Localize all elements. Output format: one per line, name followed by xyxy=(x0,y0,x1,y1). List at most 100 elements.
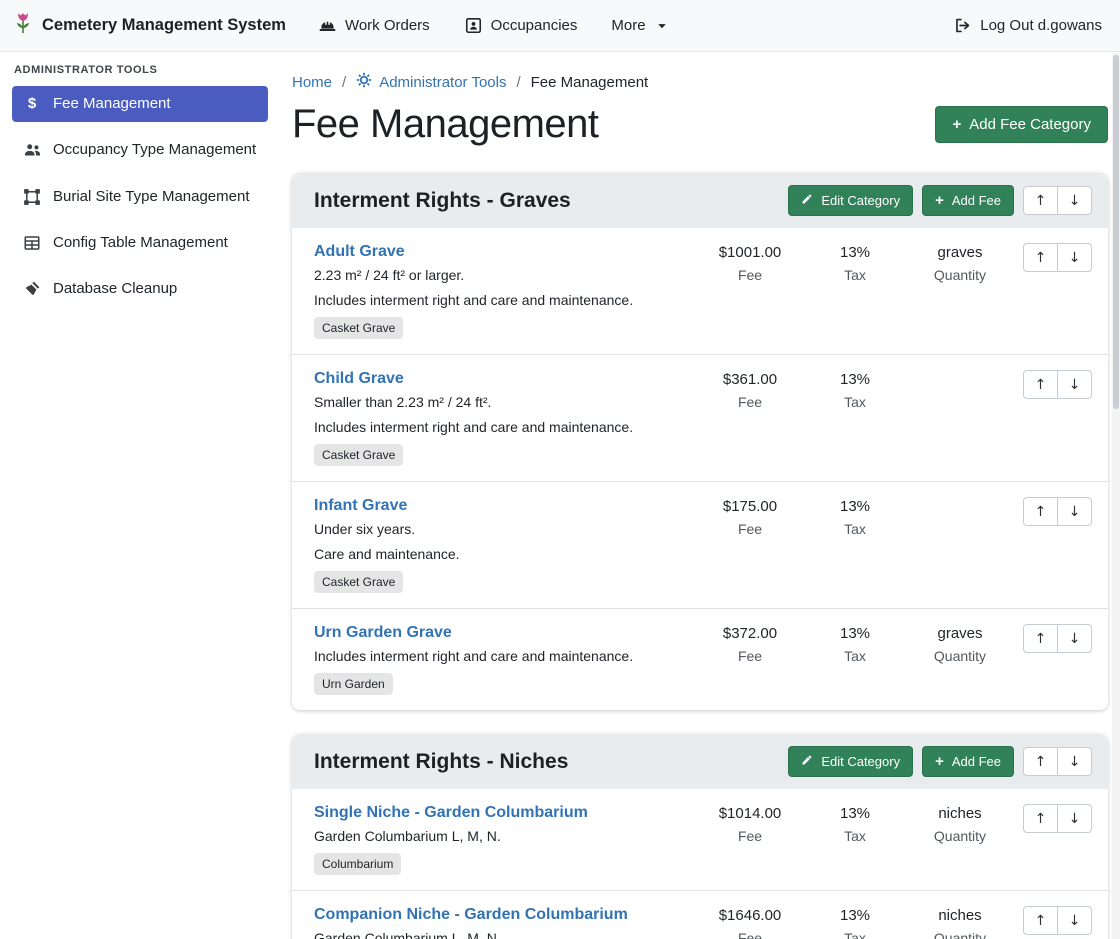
fee-amount: $361.00 xyxy=(695,371,805,388)
add-fee-category-button[interactable]: + Add Fee Category xyxy=(935,106,1108,143)
edit-category-button[interactable]: Edit Category xyxy=(788,185,913,216)
fee-amount-label: Fee xyxy=(695,648,805,664)
fee-tax-col: 13% Tax xyxy=(805,804,905,844)
fee-reorder-group: ↑ ↓ xyxy=(1023,906,1092,935)
fee-reorder-group: ↑ ↓ xyxy=(1023,370,1092,399)
move-category-up-button[interactable]: ↑ xyxy=(1023,747,1058,776)
breadcrumb: Home / Administrator Tools / Fee Managem… xyxy=(292,72,1108,92)
fee-amount: $1001.00 xyxy=(695,244,805,261)
edit-category-label: Edit Category xyxy=(821,754,900,769)
breadcrumb-admin-tools[interactable]: Administrator Tools xyxy=(356,72,506,92)
fee-name-link[interactable]: Child Grave xyxy=(314,370,404,388)
move-fee-up-button[interactable]: ↑ xyxy=(1023,370,1058,399)
fee-main: Adult Grave 2.23 m² / 24 ft² or larger.I… xyxy=(314,243,695,339)
add-fee-label: Add Fee xyxy=(952,754,1001,769)
category-reorder-group: ↑ ↓ xyxy=(1023,747,1092,776)
fee-descriptions: Garden Columbarium L, M, N. xyxy=(314,828,685,844)
fee-amount-label: Fee xyxy=(695,267,805,283)
chevron-down-icon xyxy=(656,20,668,32)
fee-list: Adult Grave 2.23 m² / 24 ft² or larger.I… xyxy=(292,228,1108,710)
fee-reorder-group: ↑ ↓ xyxy=(1023,497,1092,526)
main-content: Home / Administrator Tools / Fee Managem… xyxy=(280,52,1120,939)
fee-type-badge: Casket Grave xyxy=(314,444,403,466)
fee-tax: 13% xyxy=(805,498,905,515)
scrollbar[interactable] xyxy=(1112,53,1120,939)
occupancy-icon xyxy=(464,16,483,35)
sidebar-item-burial-site-type-management[interactable]: Burial Site Type Management xyxy=(12,179,268,215)
nav-occupancies[interactable]: Occupancies xyxy=(464,16,578,35)
move-fee-up-button[interactable]: ↑ xyxy=(1023,497,1058,526)
fee-name-link[interactable]: Urn Garden Grave xyxy=(314,624,452,642)
fee-descriptions: 2.23 m² / 24 ft² or larger.Includes inte… xyxy=(314,267,685,308)
fee-row: Adult Grave 2.23 m² / 24 ft² or larger.I… xyxy=(292,228,1108,354)
add-fee-button[interactable]: + Add Fee xyxy=(922,185,1014,216)
fee-name-link[interactable]: Companion Niche - Garden Columbarium xyxy=(314,906,628,924)
fee-amount: $372.00 xyxy=(695,625,805,642)
nav-more[interactable]: More xyxy=(611,17,667,34)
category-title: Interment Rights - Graves xyxy=(314,189,571,213)
fee-quantity-label: Quantity xyxy=(905,267,1015,283)
breadcrumb-home[interactable]: Home xyxy=(292,74,332,91)
sidebar-item-config-table-management[interactable]: Config Table Management xyxy=(12,225,268,261)
move-fee-down-button[interactable]: ↓ xyxy=(1057,624,1092,653)
move-category-down-button[interactable]: ↓ xyxy=(1057,186,1092,215)
fee-name-link[interactable]: Single Niche - Garden Columbarium xyxy=(314,804,588,822)
fee-tax: 13% xyxy=(805,805,905,822)
fee-tax-col: 13% Tax xyxy=(805,906,905,939)
fee-description: Includes interment right and care and ma… xyxy=(314,648,685,664)
fee-quantity: graves xyxy=(905,244,1015,261)
move-fee-up-button[interactable]: ↑ xyxy=(1023,804,1058,833)
add-fee-category-label: Add Fee Category xyxy=(969,116,1091,133)
fee-reorder-group: ↑ ↓ xyxy=(1023,243,1092,272)
fee-descriptions: Under six years.Care and maintenance. xyxy=(314,521,685,562)
move-fee-down-button[interactable]: ↓ xyxy=(1057,804,1092,833)
sidebar-item-occupancy-type-management[interactable]: Occupancy Type Management xyxy=(12,132,268,168)
fee-type-badge: Casket Grave xyxy=(314,317,403,339)
nav-work-orders[interactable]: Work Orders xyxy=(318,16,430,35)
fee-descriptions: Includes interment right and care and ma… xyxy=(314,648,685,664)
move-fee-up-button[interactable]: ↑ xyxy=(1023,624,1058,653)
plus-icon: + xyxy=(935,754,944,769)
fee-tax: 13% xyxy=(805,907,905,924)
fee-main: Companion Niche - Garden Columbarium Gar… xyxy=(314,906,695,939)
fee-quantity-label: Quantity xyxy=(905,930,1015,939)
move-fee-down-button[interactable]: ↓ xyxy=(1057,243,1092,272)
category-list: Interment Rights - Graves Edit Category … xyxy=(292,173,1108,939)
category-header: Interment Rights - Niches Edit Category … xyxy=(292,734,1108,789)
move-fee-up-button[interactable]: ↑ xyxy=(1023,243,1058,272)
gear-icon xyxy=(356,72,372,92)
scrollbar-thumb[interactable] xyxy=(1113,55,1119,409)
edit-category-button[interactable]: Edit Category xyxy=(788,746,913,777)
fee-row: Companion Niche - Garden Columbarium Gar… xyxy=(292,890,1108,939)
brand[interactable]: Cemetery Management System xyxy=(12,10,286,41)
users-icon xyxy=(22,141,42,158)
fee-quantity-label: Quantity xyxy=(905,828,1015,844)
sidebar-item-database-cleanup[interactable]: Database Cleanup xyxy=(12,271,268,307)
fee-type-badge: Columbarium xyxy=(314,853,401,875)
add-fee-button[interactable]: + Add Fee xyxy=(922,746,1014,777)
vector-square-icon xyxy=(22,188,42,206)
fee-tax-label: Tax xyxy=(805,828,905,844)
fee-name-link[interactable]: Infant Grave xyxy=(314,497,407,515)
fee-row: Urn Garden Grave Includes interment righ… xyxy=(292,608,1108,710)
fee-tax: 13% xyxy=(805,371,905,388)
move-fee-up-button[interactable]: ↑ xyxy=(1023,906,1058,935)
fee-description: Garden Columbarium L, M, N. xyxy=(314,930,685,939)
table-icon xyxy=(22,234,42,252)
logout-link[interactable]: Log Out d.gowans xyxy=(953,16,1102,35)
fee-quantity: niches xyxy=(905,805,1015,822)
fee-quantity-col: graves Quantity xyxy=(905,624,1015,664)
fee-tax-col: 13% Tax xyxy=(805,243,905,283)
sidebar-item-fee-management[interactable]: $ Fee Management xyxy=(12,86,268,122)
add-fee-label: Add Fee xyxy=(952,193,1001,208)
move-fee-down-button[interactable]: ↓ xyxy=(1057,497,1092,526)
move-fee-down-button[interactable]: ↓ xyxy=(1057,906,1092,935)
fee-quantity-col: niches Quantity xyxy=(905,804,1015,844)
move-fee-down-button[interactable]: ↓ xyxy=(1057,370,1092,399)
move-category-up-button[interactable]: ↑ xyxy=(1023,186,1058,215)
sidebar: ADMINISTRATOR TOOLS $ Fee Management Occ… xyxy=(0,52,280,939)
move-category-down-button[interactable]: ↓ xyxy=(1057,747,1092,776)
fee-name-link[interactable]: Adult Grave xyxy=(314,243,405,261)
fee-category-card: Interment Rights - Graves Edit Category … xyxy=(292,173,1108,710)
fee-main: Child Grave Smaller than 2.23 m² / 24 ft… xyxy=(314,370,695,466)
